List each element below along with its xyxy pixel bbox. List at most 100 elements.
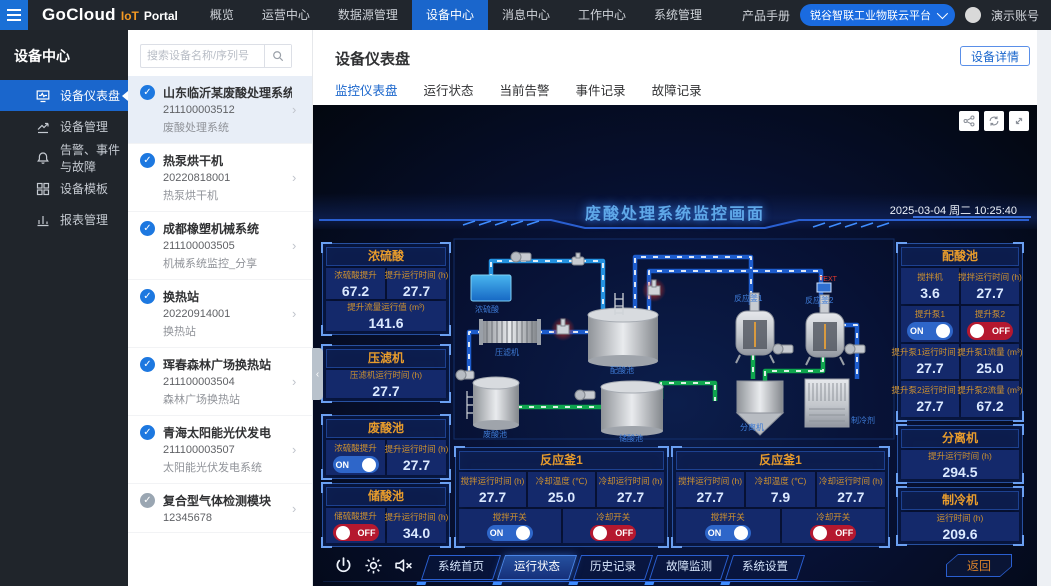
refresh-button[interactable] <box>984 111 1004 131</box>
device-list-item[interactable]: ✓ 山东临沂某废酸处理系统 211100003512 废酸处理系统 › <box>128 76 312 144</box>
menu-item-overview[interactable]: 概览 <box>196 0 248 30</box>
device-list-item[interactable]: ✓ 青海太阳能光伏发电 211100003507 太阳能光伏发电系统 › <box>128 416 312 484</box>
tab-event-log[interactable]: 事件记录 <box>576 80 626 108</box>
page-title: 设备仪表盘 <box>335 48 410 69</box>
tab-run-status[interactable]: 运行状态 <box>424 80 474 108</box>
metric-cell: 搅拌运行时间 (h) 27.7 <box>459 472 526 507</box>
metric-value: 3.6 <box>920 285 939 301</box>
scada-footer: 系统首页 运行状态 历史记录 故障监测 系统设置 返回 <box>313 548 1037 586</box>
footer-tab-settings[interactable]: 系统设置 <box>725 555 805 580</box>
stir-switch-toggle[interactable]: ON <box>487 525 533 541</box>
footer-tab-run-status[interactable]: 运行状态 <box>497 555 577 580</box>
toggle-label: 提升泵2 <box>975 308 1005 320</box>
chevron-right-icon: › <box>292 170 304 185</box>
device-list-item[interactable]: ✓ 热泵烘干机 20220818001 热泵烘干机 › <box>128 144 312 212</box>
cooling-switch-toggle[interactable]: OFF <box>810 525 856 541</box>
device-list-item[interactable]: ✓ 珲春森林广场换热站 211100003504 森林广场换热站 › <box>128 348 312 416</box>
toggle-knob <box>593 526 607 540</box>
device-info: 热泵烘干机 20220818001 热泵烘干机 <box>163 152 292 203</box>
label-acid-tank: 浓硫酸 <box>475 304 499 314</box>
device-list-item[interactable]: ✓ 换热站 20220914001 换热站 › <box>128 280 312 348</box>
account-name[interactable]: 演示账号 <box>991 7 1039 24</box>
device-name: 青海太阳能光伏发电 <box>163 424 292 441</box>
toggle-knob <box>970 324 984 338</box>
panel-title: 配酸池 <box>901 247 1019 266</box>
online-status-icon: ✓ <box>140 85 155 100</box>
footer-divider-line <box>323 581 879 582</box>
menu-item-system[interactable]: 系统管理 <box>640 0 716 30</box>
panel-title: 制冷机 <box>901 491 1019 510</box>
toggle-label: 搅拌开关 <box>711 511 745 523</box>
menu-item-datasource[interactable]: 数据源管理 <box>324 0 412 30</box>
device-detail-button[interactable]: 设备详情 <box>960 46 1030 66</box>
stir-switch-toggle[interactable]: ON <box>705 525 751 541</box>
sidebar-item-templates[interactable]: 设备模板 <box>0 173 128 204</box>
device-name: 换热站 <box>163 288 292 305</box>
footer-tab-fault-monitor[interactable]: 故障监测 <box>649 555 729 580</box>
sidebar-item-device-mgmt[interactable]: 设备管理 <box>0 111 128 142</box>
online-status-icon: ✓ <box>140 221 155 236</box>
panel-reactor-1: 反应釜1 搅拌运行时间 (h) 27.7 冷却温度 (℃) 25.0 冷却运行时… <box>455 447 668 547</box>
footer-tab-home[interactable]: 系统首页 <box>421 555 501 580</box>
back-button[interactable]: 返回 <box>946 554 1012 577</box>
tab-fault-log[interactable]: 故障记录 <box>652 80 702 108</box>
metric-label: 提升运行时间 (h) <box>385 269 449 281</box>
footer-tabs: 系统首页 运行状态 历史记录 故障监测 系统设置 <box>425 555 801 580</box>
menu-item-messages[interactable]: 消息中心 <box>488 0 564 30</box>
tab-current-alarms[interactable]: 当前告警 <box>500 80 550 108</box>
device-info: 成都橡塑机械系统 211100003505 机械系统监控_分享 <box>163 220 292 271</box>
toggle-cell: 冷却开关 OFF <box>563 509 665 543</box>
device-desc: 废酸处理系统 <box>163 119 292 135</box>
toggle-cell: 冷却开关 OFF <box>782 509 886 543</box>
sidebar-title: 设备中心 <box>0 30 128 80</box>
alarm-bell-icon <box>36 151 50 165</box>
pump1-toggle[interactable]: ON <box>907 322 953 340</box>
device-serial: 12345678 <box>163 512 292 524</box>
device-name: 复合型气体检测模块 <box>163 492 292 509</box>
footer-tab-history[interactable]: 历史记录 <box>573 555 653 580</box>
metric-cell: 提升运行时间 (h) 27.7 <box>387 268 446 299</box>
device-list-item[interactable]: ✓ 成都橡塑机械系统 211100003505 机械系统监控_分享 › <box>128 212 312 280</box>
device-desc: 太阳能光伏发电系统 <box>163 459 292 475</box>
sidebar-item-dashboard[interactable]: 设备仪表盘 <box>0 80 128 111</box>
dashboard-tabs: 监控仪表盘 运行状态 当前告警 事件记录 故障记录 <box>335 80 702 108</box>
search-button[interactable] <box>264 45 291 67</box>
page-scroll-gutter[interactable] <box>1037 30 1051 586</box>
tab-monitor-dashboard[interactable]: 监控仪表盘 <box>335 80 398 108</box>
pump2-toggle[interactable]: OFF <box>967 322 1013 340</box>
search-input[interactable] <box>141 45 264 67</box>
metric-value: 27.7 <box>479 489 506 505</box>
metric-value: 209.6 <box>942 526 977 542</box>
toggle-label: 提升泵1 <box>915 308 945 320</box>
avatar[interactable] <box>965 7 981 23</box>
cooling-switch-toggle[interactable]: OFF <box>590 525 636 541</box>
collapse-panel-handle[interactable]: ‹ <box>312 348 323 400</box>
device-list-item[interactable]: ✓ 复合型气体检测模块 12345678 › <box>128 484 312 533</box>
settings-button[interactable] <box>363 555 384 576</box>
search-icon <box>272 50 284 62</box>
toggle-label: 浓硫酸提升 <box>334 442 377 454</box>
menu-item-device-center[interactable]: 设备中心 <box>412 0 488 30</box>
power-button[interactable] <box>333 555 354 576</box>
sidebar-item-reports[interactable]: 报表管理 <box>0 204 128 235</box>
mute-button[interactable] <box>393 555 414 576</box>
hamburger-menu-icon[interactable] <box>0 0 28 30</box>
menu-item-operations[interactable]: 运营中心 <box>248 0 324 30</box>
lift-pump-toggle[interactable]: ON <box>333 456 379 473</box>
share-button[interactable] <box>959 111 979 131</box>
toggle-label: 储硫酸提升 <box>334 510 377 522</box>
metric-label: 提升运行时间 (h) <box>385 511 449 523</box>
metric-cell: 运行时间 (h) 209.6 <box>901 512 1019 541</box>
toggle-knob <box>936 324 950 338</box>
metric-value: 27.7 <box>837 489 864 505</box>
toggle-state: OFF <box>615 528 633 538</box>
product-manual-link[interactable]: 产品手册 <box>742 7 790 24</box>
title-decor-lines <box>313 215 1037 233</box>
storage-pump-toggle[interactable]: OFF <box>333 524 379 541</box>
menu-item-workcenter[interactable]: 工作中心 <box>564 0 640 30</box>
fullscreen-button[interactable] <box>1009 111 1029 131</box>
sidebar-item-alarms[interactable]: 告警、事件与故障 <box>0 142 128 173</box>
metric-cell: 压滤机运行时间 (h) 27.7 <box>326 370 446 398</box>
toggle-knob <box>734 526 748 540</box>
platform-selector[interactable]: 锐谷智联工业物联云平台 <box>800 4 955 26</box>
